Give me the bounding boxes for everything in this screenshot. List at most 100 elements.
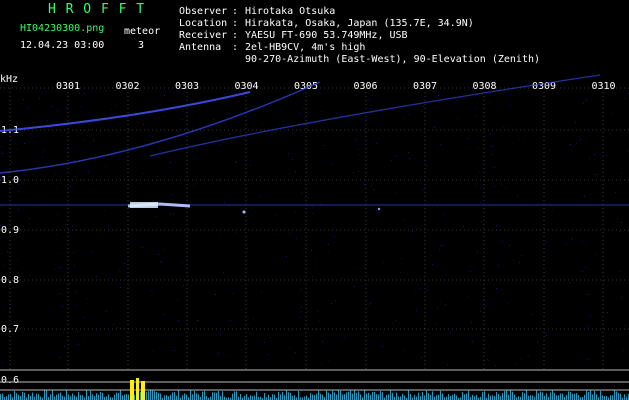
level-meter — [0, 369, 629, 400]
noise-speckle — [223, 272, 224, 273]
noise-speckle — [521, 255, 522, 256]
noise-bar — [2, 393, 3, 400]
noise-bar — [602, 395, 603, 400]
minute-label: 0301 — [56, 81, 80, 92]
noise-speckle — [420, 288, 421, 289]
noise-bar — [8, 394, 9, 400]
noise-speckle — [373, 189, 374, 190]
noise-speckle — [463, 226, 464, 227]
noise-speckle — [421, 357, 422, 358]
noise-bar — [216, 392, 217, 400]
noise-speckle — [55, 174, 56, 175]
noise-speckle — [376, 227, 377, 228]
noise-speckle — [11, 162, 12, 163]
noise-speckle — [447, 364, 448, 365]
meteor-label: meteor — [124, 26, 161, 37]
frequency-label: 0.6 — [1, 375, 19, 386]
noise-speckle — [110, 277, 111, 278]
noise-speckle — [621, 297, 622, 298]
noise-speckle — [58, 227, 59, 228]
noise-speckle — [501, 184, 502, 185]
noise-speckle — [376, 143, 377, 144]
noise-bar — [72, 393, 73, 400]
noise-speckle — [566, 244, 567, 245]
noise-speckle — [264, 342, 265, 343]
noise-speckle — [317, 311, 318, 312]
noise-speckle — [618, 163, 619, 164]
noise-speckle — [198, 106, 199, 107]
noise-speckle — [46, 91, 47, 92]
noise-bar — [504, 390, 505, 400]
noise-speckle — [71, 212, 72, 213]
noise-speckle — [580, 139, 581, 140]
noise-bar — [492, 395, 493, 400]
noise-speckle — [487, 359, 488, 360]
noise-speckle — [10, 311, 11, 312]
noise-speckle — [329, 360, 330, 361]
noise-speckle — [301, 307, 302, 308]
noise-bar — [220, 396, 221, 400]
noise-bar — [568, 391, 569, 400]
noise-speckle — [108, 225, 109, 226]
noise-speckle — [403, 119, 404, 120]
noise-speckle — [236, 161, 237, 162]
noise-speckle — [483, 274, 484, 275]
noise-bar — [218, 391, 219, 400]
noise-speckle — [320, 93, 321, 94]
noise-speckle — [515, 364, 516, 365]
noise-bar — [64, 396, 65, 400]
noise-speckle — [7, 251, 8, 252]
noise-speckle — [249, 333, 250, 334]
noise-speckle — [583, 103, 584, 104]
noise-bar — [530, 395, 531, 400]
noise-speckle — [392, 322, 393, 323]
minute-label: 0303 — [175, 81, 199, 92]
noise-speckle — [524, 140, 525, 141]
noise-speckle — [9, 310, 10, 311]
noise-speckle — [267, 334, 268, 335]
noise-bar — [570, 392, 571, 400]
noise-speckle — [358, 171, 359, 172]
noise-bar — [56, 394, 57, 400]
noise-bar — [592, 394, 593, 400]
noise-bar — [102, 392, 103, 400]
noise-bar — [134, 394, 135, 400]
noise-bar — [90, 390, 91, 400]
noise-speckle — [478, 148, 479, 149]
noise-speckle — [371, 185, 372, 186]
noise-bar — [78, 391, 79, 400]
noise-bar — [328, 392, 329, 400]
noise-bar — [614, 390, 615, 400]
noise-speckle — [143, 173, 144, 174]
noise-speckle — [428, 286, 429, 287]
noise-speckle — [84, 93, 85, 94]
noise-speckle — [386, 113, 387, 114]
noise-speckle — [505, 188, 506, 189]
noise-speckle — [404, 351, 405, 352]
datetime: 12.04.23 03:00 — [20, 40, 105, 51]
frequency-label: 0.9 — [1, 225, 19, 236]
noise-speckle — [300, 113, 301, 114]
noise-bar — [198, 394, 199, 400]
noise-speckle — [32, 334, 33, 335]
noise-speckle — [61, 293, 62, 294]
noise-bar — [426, 390, 427, 400]
noise-bar — [572, 393, 573, 400]
noise-bar — [288, 392, 289, 400]
noise-speckle — [621, 173, 622, 174]
noise-bar — [542, 392, 543, 400]
observer-colon: : — [232, 6, 239, 17]
noise-bar — [268, 394, 269, 400]
noise-speckle — [432, 264, 433, 265]
noise-bar — [350, 390, 351, 400]
noise-speckle — [170, 213, 171, 214]
noise-bar — [556, 395, 557, 400]
noise-speckle — [480, 311, 481, 312]
noise-speckle — [259, 176, 260, 177]
noise-speckle — [303, 253, 304, 254]
noise-bar — [168, 396, 169, 400]
noise-speckle — [68, 147, 69, 148]
noise-speckle — [106, 311, 107, 312]
noise-speckle — [289, 348, 290, 349]
noise-speckle — [262, 124, 263, 125]
